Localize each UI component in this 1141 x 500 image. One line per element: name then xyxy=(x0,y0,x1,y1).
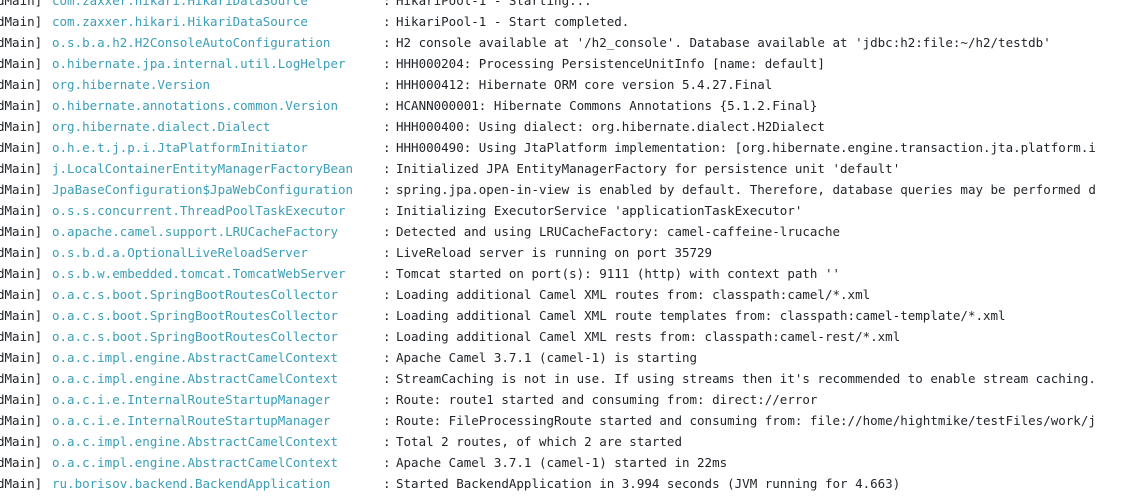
log-separator: : xyxy=(383,77,391,92)
log-message: HikariPool-1 - Start completed. xyxy=(396,14,630,29)
log-message: HCANN000001: Hibernate Commons Annotatio… xyxy=(396,98,818,113)
log-logger-link[interactable]: o.s.b.d.a.OptionalLiveReloadServer xyxy=(52,242,308,263)
log-message: Initialized JPA EntityManagerFactory for… xyxy=(396,161,901,176)
log-logger-link[interactable]: o.hibernate.annotations.common.Version xyxy=(52,95,338,116)
log-message: Loading additional Camel XML route templ… xyxy=(396,308,1006,323)
console-output[interactable]: dMain] com.zaxxer.hikari.HikariDataSource… xyxy=(0,0,1141,500)
log-logger-link[interactable]: o.a.c.impl.engine.AbstractCamelContext xyxy=(52,431,338,452)
log-thread: dMain] xyxy=(0,161,43,176)
log-logger-link[interactable]: o.a.c.impl.engine.AbstractCamelContext xyxy=(52,368,338,389)
log-separator: : xyxy=(383,350,391,365)
log-separator: : xyxy=(383,98,391,113)
log-message: Apache Camel 3.7.1 (camel-1) is starting xyxy=(396,350,698,365)
log-logger-link[interactable]: o.a.c.i.e.InternalRouteStartupManager xyxy=(52,410,330,431)
log-separator: : xyxy=(383,35,391,50)
log-message: Route: route1 started and consuming from… xyxy=(396,392,818,407)
log-logger-link[interactable]: o.a.c.i.e.InternalRouteStartupManager xyxy=(52,389,330,410)
log-logger-link[interactable]: com.zaxxer.hikari.HikariDataSource xyxy=(52,11,308,32)
log-thread: dMain] xyxy=(0,224,43,239)
log-thread: dMain] xyxy=(0,392,43,407)
log-thread: dMain] xyxy=(0,203,43,218)
log-thread: dMain] xyxy=(0,350,43,365)
log-logger-link[interactable]: ru.borisov.backend.BackendApplication xyxy=(52,473,330,494)
log-separator: : xyxy=(383,119,391,134)
log-separator: : xyxy=(383,224,391,239)
log-logger-link[interactable]: o.a.c.s.boot.SpringBootRoutesCollector xyxy=(52,284,338,305)
log-separator: : xyxy=(383,434,391,449)
log-message: StreamCaching is not in use. If using st… xyxy=(396,371,1096,386)
log-logger-link[interactable]: o.h.e.t.j.p.i.JtaPlatformInitiator xyxy=(52,137,308,158)
log-message: Apache Camel 3.7.1 (camel-1) started in … xyxy=(396,455,728,470)
log-message: Total 2 routes, of which 2 are started xyxy=(396,434,682,449)
log-separator: : xyxy=(383,203,391,218)
log-thread: dMain] xyxy=(0,0,43,8)
log-message: Route: FileProcessingRoute started and c… xyxy=(396,413,1096,428)
log-message: HHH000204: Processing PersistenceUnitInf… xyxy=(396,56,825,71)
log-message: Tomcat started on port(s): 9111 (http) w… xyxy=(396,266,841,281)
log-message: Loading additional Camel XML rests from:… xyxy=(396,329,901,344)
log-thread: dMain] xyxy=(0,140,43,155)
log-logger-link[interactable]: JpaBaseConfiguration$JpaWebConfiguration xyxy=(52,179,353,200)
log-logger-link[interactable]: o.s.b.a.h2.H2ConsoleAutoConfiguration xyxy=(52,32,330,53)
log-separator: : xyxy=(383,476,391,491)
log-message: Loading additional Camel XML routes from… xyxy=(396,287,871,302)
log-logger-link[interactable]: o.hibernate.jpa.internal.util.LogHelper xyxy=(52,53,346,74)
log-thread: dMain] xyxy=(0,245,43,260)
log-logger-link[interactable]: org.hibernate.dialect.Dialect xyxy=(52,116,270,137)
log-message: HHH000412: Hibernate ORM core version 5.… xyxy=(396,77,773,92)
log-message: Started BackendApplication in 3.994 seco… xyxy=(396,476,901,491)
log-thread: dMain] xyxy=(0,119,43,134)
log-thread: dMain] xyxy=(0,287,43,302)
log-thread: dMain] xyxy=(0,266,43,281)
log-message: Initializing ExecutorService 'applicatio… xyxy=(396,203,803,218)
log-thread: dMain] xyxy=(0,308,43,323)
log-thread: dMain] xyxy=(0,329,43,344)
log-thread: dMain] xyxy=(0,476,43,491)
log-logger-link[interactable]: j.LocalContainerEntityManagerFactoryBean xyxy=(52,158,353,179)
log-message: HikariPool-1 - Starting... xyxy=(396,0,592,8)
log-thread: dMain] xyxy=(0,98,43,113)
log-message: H2 console available at '/h2_console'. D… xyxy=(396,35,1051,50)
log-thread: dMain] xyxy=(0,455,43,470)
log-message: spring.jpa.open-in-view is enabled by de… xyxy=(396,182,1096,197)
log-separator: : xyxy=(383,140,391,155)
log-separator: : xyxy=(383,266,391,281)
log-separator: : xyxy=(383,308,391,323)
log-thread: dMain] xyxy=(0,77,43,92)
log-thread: dMain] xyxy=(0,35,43,50)
log-separator: : xyxy=(383,287,391,302)
log-thread: dMain] xyxy=(0,434,43,449)
log-logger-link[interactable]: o.a.c.impl.engine.AbstractCamelContext xyxy=(52,347,338,368)
log-separator: : xyxy=(383,455,391,470)
log-logger-link[interactable]: o.apache.camel.support.LRUCacheFactory xyxy=(52,221,338,242)
log-thread: dMain] xyxy=(0,14,43,29)
log-logger-link[interactable]: o.a.c.impl.engine.AbstractCamelContext xyxy=(52,452,338,473)
log-thread: dMain] xyxy=(0,371,43,386)
log-thread: dMain] xyxy=(0,182,43,197)
log-message: Detected and using LRUCacheFactory: came… xyxy=(396,224,841,239)
log-separator: : xyxy=(383,245,391,260)
log-logger-link[interactable]: o.s.b.w.embedded.tomcat.TomcatWebServer xyxy=(52,263,346,284)
log-separator: : xyxy=(383,56,391,71)
log-separator: : xyxy=(383,371,391,386)
log-logger-link[interactable]: o.a.c.s.boot.SpringBootRoutesCollector xyxy=(52,305,338,326)
log-message: HHH000490: Using JtaPlatform implementat… xyxy=(396,140,1096,155)
log-logger-link[interactable]: com.zaxxer.hikari.HikariDataSource xyxy=(52,0,308,11)
log-logger-link[interactable]: o.s.s.concurrent.ThreadPoolTaskExecutor xyxy=(52,200,346,221)
log-separator: : xyxy=(383,413,391,428)
log-separator: : xyxy=(383,0,391,8)
log-separator: : xyxy=(383,329,391,344)
log-separator: : xyxy=(383,392,391,407)
log-separator: : xyxy=(383,182,391,197)
log-logger-link[interactable]: org.hibernate.Version xyxy=(52,74,210,95)
log-separator: : xyxy=(383,14,391,29)
log-thread: dMain] xyxy=(0,413,43,428)
log-logger-link[interactable]: o.a.c.s.boot.SpringBootRoutesCollector xyxy=(52,326,338,347)
log-thread: dMain] xyxy=(0,56,43,71)
log-message: LiveReload server is running on port 357… xyxy=(396,245,713,260)
log-message: HHH000400: Using dialect: org.hibernate.… xyxy=(396,119,825,134)
log-separator: : xyxy=(383,161,391,176)
